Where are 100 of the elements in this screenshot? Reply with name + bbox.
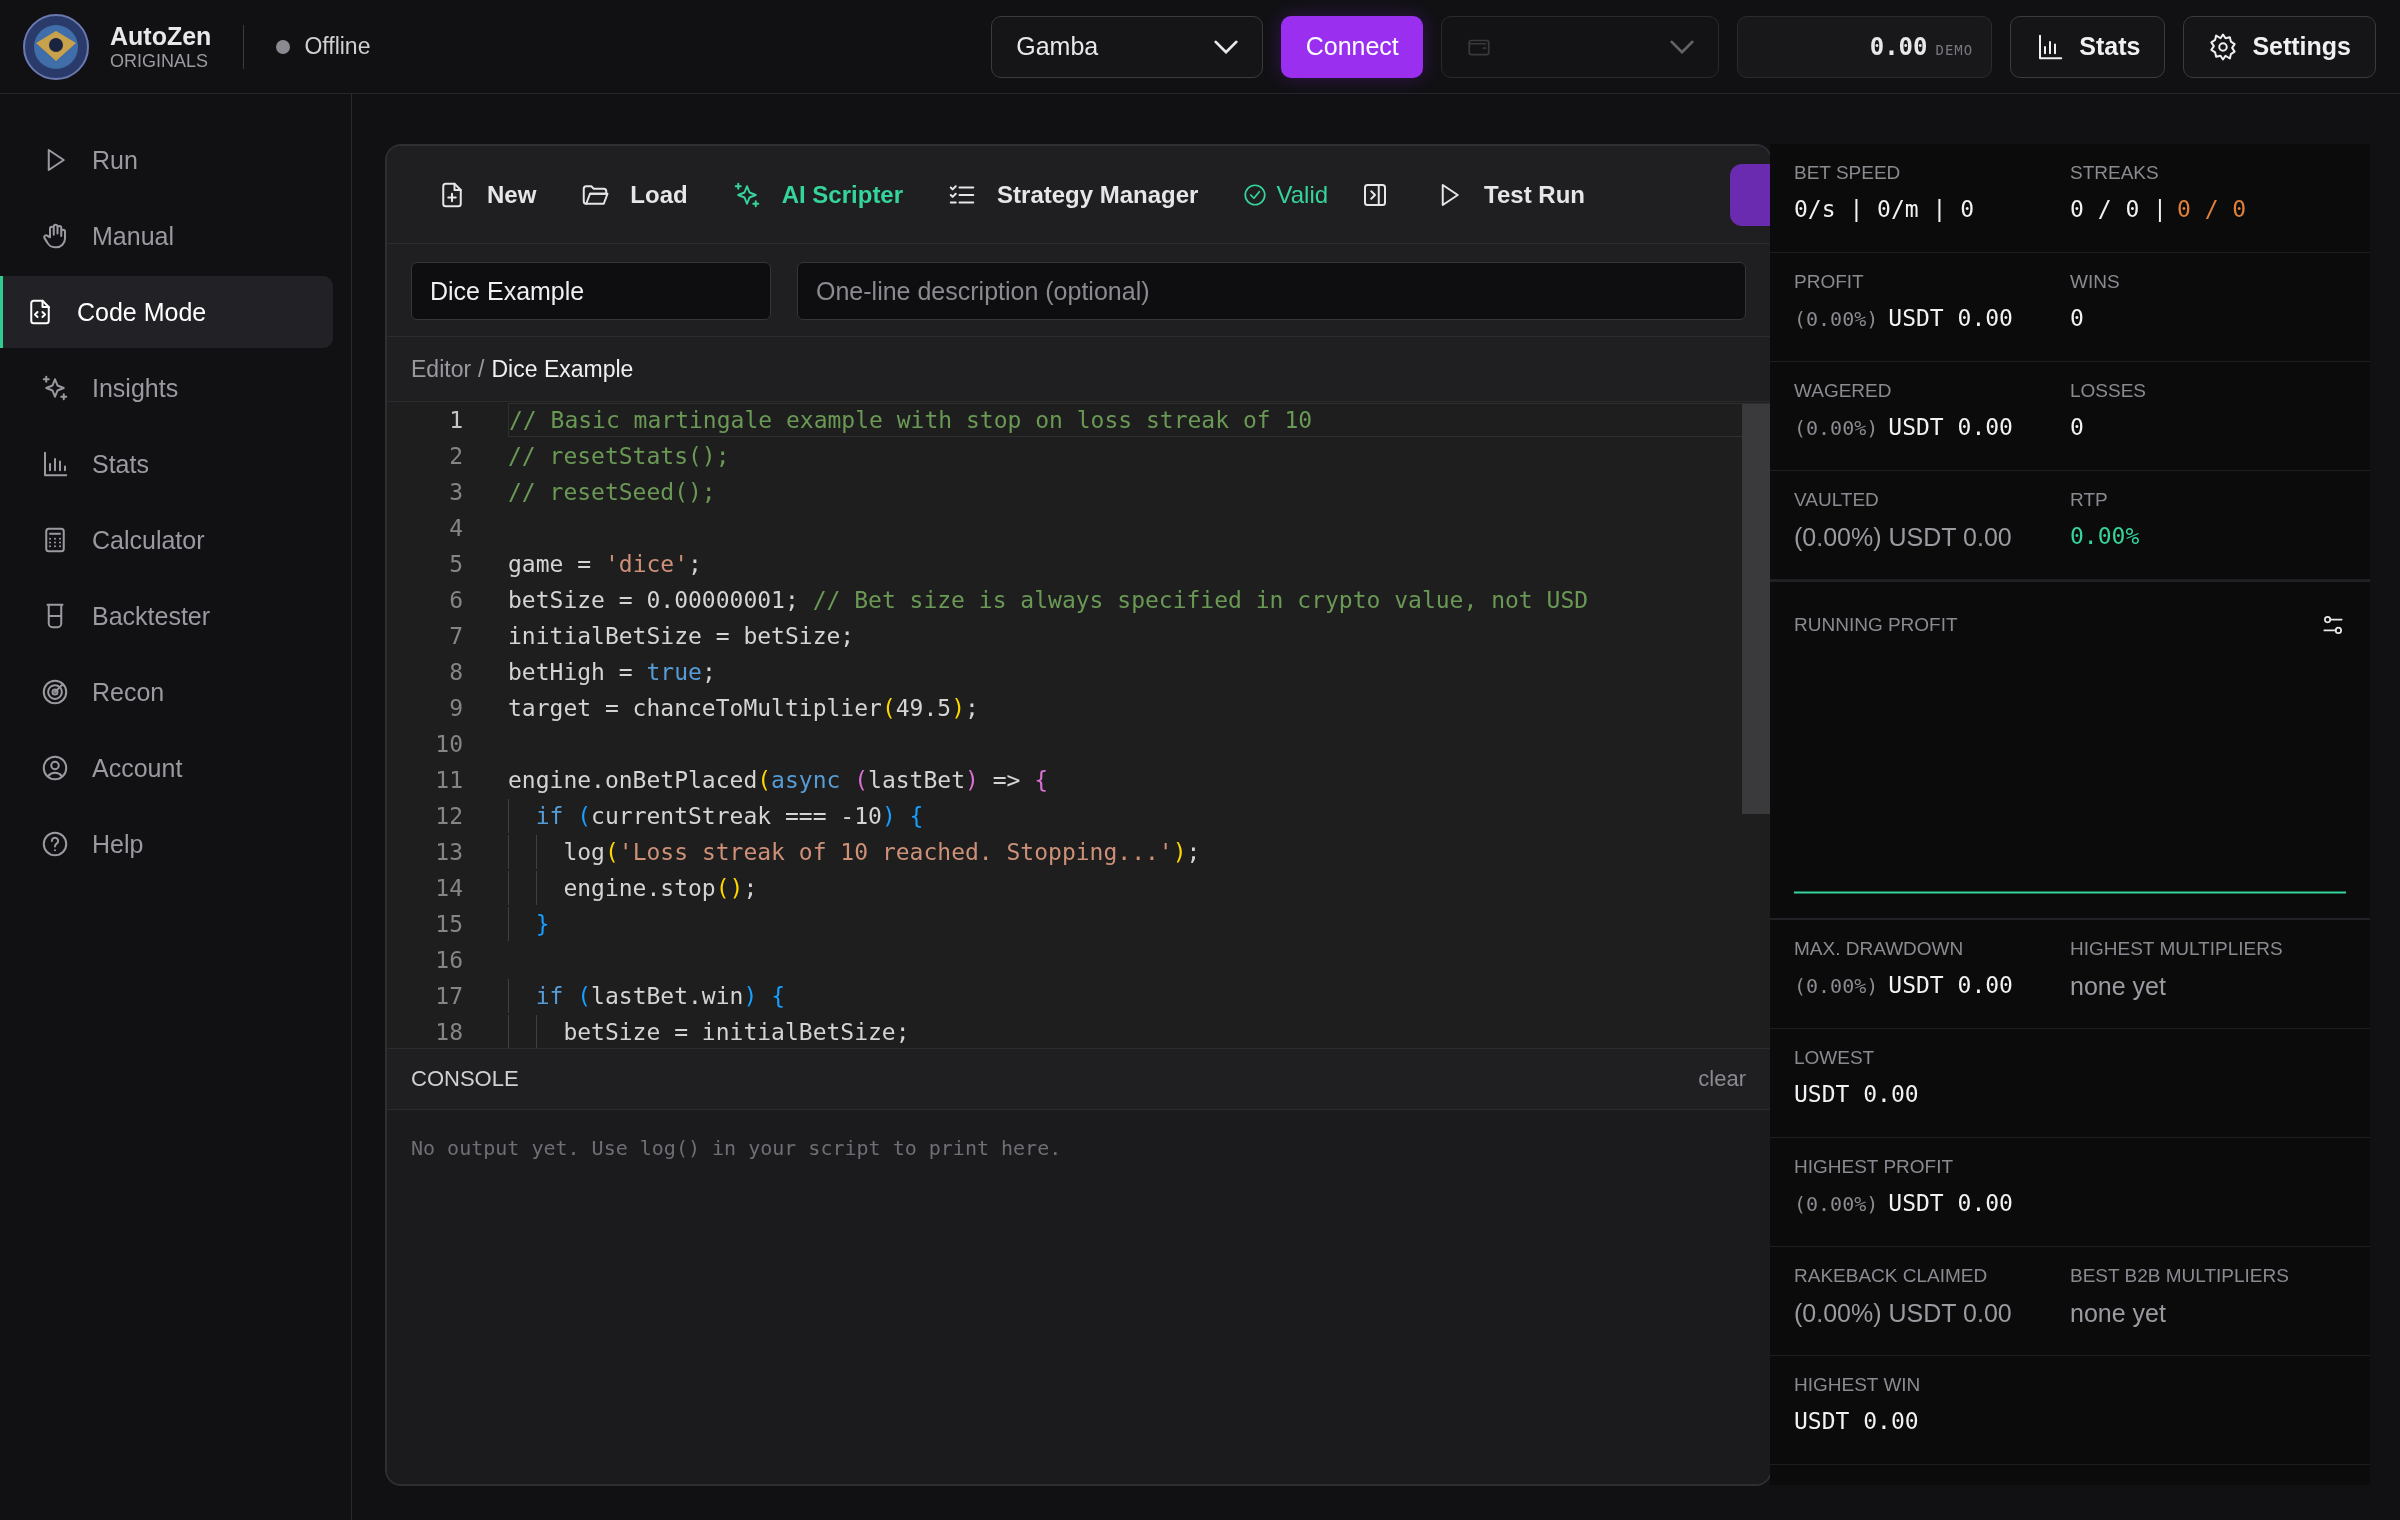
script-name-field[interactable]: Dice Example [411,262,771,320]
chart-title: RUNNING PROFIT [1794,614,1958,636]
stat-label: PROFIT [1794,271,1865,293]
code-line: initialBetSize = betSize; [508,622,856,651]
line-number: 9 [448,695,463,721]
stat-label: LOSSES [2070,380,2148,402]
sidebar-item[interactable]: Run [0,124,333,196]
breadcrumb-current: Dice Example [491,355,634,383]
toolbar-button[interactable]: Load [580,179,688,210]
stat-label: VAULTED [1794,489,1880,511]
stat-value: USDT 0.00 [1888,305,2013,331]
stat-value: none yet [2070,1299,2166,1328]
sidebar-item[interactable]: Recon [0,656,333,728]
brand-name: AutoZen [110,21,212,51]
settings-button[interactable]: Settings [2183,15,2376,78]
stat-value: 0.00% [2070,523,2140,549]
code-line: engine.onBetPlaced(async (lastBet) => { [508,766,1050,795]
line-number: 18 [434,1019,463,1045]
toolbar-button[interactable]: New [437,179,537,210]
connection-status: Offline [304,33,371,60]
code-line: betHigh = true; [508,658,717,687]
stat-value: USDT 0.00 [1794,1408,1919,1434]
line-number: 10 [434,731,463,757]
stat-label: RTP [2070,489,2109,511]
stat-value: 0/s | 0/m | 0 [1794,196,1974,222]
line-number: 16 [434,947,463,973]
stat-value: 0 / 0 | [2070,196,2167,222]
sidebar-item[interactable]: Help [0,808,333,880]
line-number: 6 [448,587,463,613]
line-number: 15 [434,911,463,937]
stat-label: BET SPEED [1794,162,1902,184]
stat-value: (0.00%) [1794,416,1879,440]
code-line: // resetStats(); [508,442,731,471]
line-number: 17 [434,983,463,1009]
stat-value: USDT 0.00 [1888,972,2013,998]
line-number: 8 [448,659,463,685]
stat-value: USDT 0.00 [1888,414,2013,440]
stat-label: WINS [2070,271,2121,293]
line-number: 12 [434,803,463,829]
stat-value: (0.00%) USDT 0.00 [1794,1299,2012,1328]
settings-icon [2208,31,2239,62]
stat-label: LOWEST [1794,1047,1876,1069]
scrollbar[interactable] [1742,404,1770,814]
stat-value: none yet [2070,972,2166,1001]
stat-label: MAX. DRAWDOWN [1794,938,1965,960]
console-title: CONSOLE [411,1066,519,1092]
stat-value: 0 [2070,305,2084,331]
line-number: 13 [434,839,463,865]
stat-label: STREAKS [2070,162,2160,184]
toolbar-button[interactable]: AI Scripter [731,179,904,210]
line-number: 11 [434,767,463,793]
sidebar-item[interactable]: Backtester [0,580,333,652]
line-number: 4 [448,515,463,541]
stat-value: (0.00%) [1794,307,1879,331]
brand-subtitle: ORIGINALS [110,50,210,72]
stat-label: HIGHEST WIN [1794,1374,1922,1396]
stat-label: WAGERED [1794,380,1893,402]
stat-value: (0.00%) [1794,1192,1879,1216]
stat-value: USDT 0.00 [1794,1081,1919,1107]
line-number: 7 [448,623,463,649]
code-line: target = chanceToMultiplier(49.5); [508,694,980,723]
radar-icon [40,677,70,707]
code-line: game = 'dice'; [508,550,703,579]
stat-value: (0.00%) [1794,974,1879,998]
breadcrumb-link[interactable]: Editor [411,355,472,383]
stats-button[interactable]: Stats [2010,15,2166,78]
toolbar-button[interactable]: Test Run [1434,179,1585,210]
stat-label: HIGHEST PROFIT [1794,1156,1955,1178]
breadcrumb-separator: / [478,355,485,383]
sidebar-item[interactable]: Account [0,732,333,804]
code-line: betSize = 0.00000001; // Bet size is always specified in crypto value, not USD [508,586,1590,615]
site-dropdown[interactable]: Gamba [991,15,1264,78]
toolbar-button[interactable] [1730,163,1770,226]
toolbar-button[interactable]: Strategy Manager [947,179,1199,210]
stat-value: 0 [2070,414,2084,440]
validation-status: Valid [1242,180,1329,209]
code-line: // resetSeed(); [508,478,717,507]
stat-label: HIGHEST MULTIPLIERS [2070,938,2284,960]
chevron-down-icon [1214,39,1239,54]
connect-button[interactable]: Connect [1281,15,1424,78]
sidebar-item[interactable]: Manual [0,200,333,272]
stat-value: USDT 0.00 [1888,1190,2013,1216]
sidebar-item[interactable]: Insights [0,352,333,424]
stat-value: 0 / 0 [2176,196,2247,222]
clear-button[interactable]: clear [1698,1066,1746,1092]
description-field[interactable]: One-line description (optional) [797,262,1746,320]
sidebar-item[interactable]: Calculator [0,504,333,576]
line-number: 1 [448,407,463,433]
sidebar-item[interactable]: Stats [0,428,333,500]
help-icon [40,829,70,859]
sidebar-item[interactable]: Code Mode [0,276,333,348]
stat-label: BEST B2B MULTIPLIERS [2070,1265,2290,1287]
stat-value: (0.00%) USDT 0.00 [1794,523,2012,552]
line-number: 2 [448,443,463,469]
line-number: 3 [448,479,463,505]
logo-icon [22,12,90,81]
user-icon [40,753,70,783]
chevron-down-icon [1670,39,1695,54]
line-number: 5 [448,551,463,577]
line-number: 14 [434,875,463,901]
